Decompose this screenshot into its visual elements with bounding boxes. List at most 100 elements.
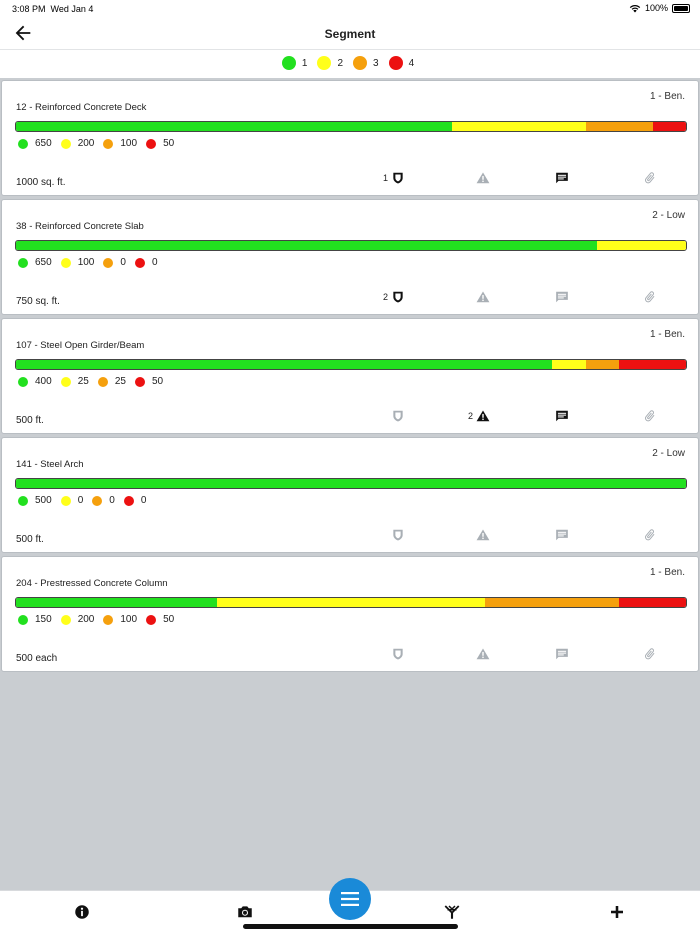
- element-name: 12 - Reinforced Concrete Deck: [16, 102, 147, 113]
- condition-count: 200: [60, 138, 95, 149]
- menu-icon: [341, 892, 359, 906]
- condition-bar: [15, 240, 687, 251]
- condition-count: 0: [60, 495, 84, 506]
- condition-dot-icon: [103, 257, 114, 268]
- shield-icon: [391, 409, 405, 423]
- status-date: Wed Jan 4: [50, 4, 94, 14]
- notes-button[interactable]: [555, 289, 569, 305]
- element-quantity: 1000 sq. ft.: [16, 177, 66, 188]
- protection-button[interactable]: 2: [383, 289, 405, 305]
- condition-dot-icon: [92, 495, 103, 506]
- condition-count: 650: [18, 257, 52, 268]
- condition-counts: 150 200 100 50: [18, 614, 183, 625]
- info-icon[interactable]: [73, 903, 93, 923]
- condition-bar-segment: [217, 598, 485, 607]
- condition-count-value: 0: [140, 495, 147, 506]
- condition-dot-icon: [388, 56, 403, 70]
- condition-count: 50: [134, 376, 163, 387]
- attachments-button[interactable]: [643, 170, 657, 186]
- protection-button[interactable]: 1: [383, 170, 405, 186]
- condition-count: 150: [18, 614, 52, 625]
- rating-label: 1 - Ben.: [649, 329, 685, 340]
- comment-icon: [555, 409, 569, 423]
- condition-count: 650: [18, 138, 52, 149]
- status-time: 3:08 PM: [12, 4, 46, 14]
- protection-button[interactable]: [391, 408, 405, 424]
- condition-dot-icon: [60, 257, 71, 268]
- attachments-button[interactable]: [643, 527, 657, 543]
- condition-bar-segment: [16, 122, 452, 131]
- battery-percent: 100%: [644, 3, 668, 13]
- element-name: 107 - Steel Open Girder/Beam: [16, 340, 145, 351]
- condition-count-value: 0: [77, 495, 84, 506]
- warning-icon: [476, 528, 490, 542]
- condition-dot-icon: [97, 376, 108, 387]
- condition-bar-segment: [552, 360, 586, 369]
- condition-bar-segment: [652, 122, 686, 131]
- element-card[interactable]: 1 - Ben. 12 - Reinforced Concrete Deck 650…: [1, 80, 699, 196]
- condition-count-value: 0: [151, 257, 158, 268]
- condition-dot-icon: [353, 56, 367, 70]
- defects-button[interactable]: [476, 527, 490, 543]
- element-card[interactable]: 1 - Ben. 204 - Prestressed Concrete Colum…: [1, 556, 699, 672]
- element-card[interactable]: 2 - Low 38 - Reinforced Concrete Slab 650 1…: [1, 199, 699, 315]
- condition-count: 400: [18, 376, 52, 387]
- condition-dot-icon: [60, 376, 71, 387]
- warning-icon: [476, 409, 490, 423]
- attachments-button[interactable]: [643, 289, 657, 305]
- protection-button[interactable]: [391, 527, 405, 543]
- condition-dot-icon: [18, 376, 28, 387]
- legend-label: 2: [337, 57, 343, 69]
- comment-icon: [555, 528, 569, 542]
- condition-bar-segment: [16, 479, 686, 488]
- paperclip-icon: [643, 171, 657, 185]
- defects-button[interactable]: [476, 289, 490, 305]
- warning-icon: [476, 647, 490, 661]
- legend-item: 3: [353, 56, 379, 70]
- condition-bar-segment: [585, 122, 653, 131]
- condition-count-value: 200: [77, 138, 95, 149]
- condition-count: 200: [60, 614, 94, 625]
- warning-icon: [476, 290, 490, 304]
- condition-count: 50: [146, 614, 174, 625]
- condition-count: 25: [97, 376, 126, 387]
- legend-item: 2: [317, 56, 343, 70]
- condition-dot-icon: [146, 138, 157, 149]
- condition-dot-icon: [60, 495, 71, 506]
- notes-button[interactable]: [555, 170, 569, 186]
- notes-button[interactable]: [555, 646, 569, 662]
- camera-icon[interactable]: [236, 903, 256, 923]
- notes-button[interactable]: [555, 527, 569, 543]
- condition-dot-icon: [18, 495, 28, 506]
- condition-bar: [15, 478, 687, 489]
- element-quantity: 750 sq. ft.: [16, 296, 60, 307]
- condition-count-value: 25: [77, 376, 89, 387]
- condition-legend: 1 2 3 4: [0, 56, 700, 70]
- condition-counts: 400 25 25 50: [18, 376, 172, 387]
- protection-button[interactable]: [391, 646, 405, 662]
- defects-button[interactable]: 2: [468, 408, 490, 424]
- element-card[interactable]: 2 - Low 141 - Steel Arch 500 0 0 0 500 ft.: [1, 437, 699, 553]
- condition-count-value: 400: [35, 376, 52, 387]
- plus-icon[interactable]: [608, 903, 628, 923]
- condition-dot-icon: [60, 138, 71, 149]
- condition-dot-icon: [281, 56, 296, 70]
- paperclip-icon: [643, 528, 657, 542]
- menu-button[interactable]: [329, 878, 371, 920]
- top-area: 3:08 PM Wed Jan 4 100% Segment 1 2 3 4: [0, 0, 700, 78]
- element-name: 38 - Reinforced Concrete Slab: [16, 221, 144, 232]
- legend-label: 1: [301, 57, 308, 69]
- attachments-button[interactable]: [643, 646, 657, 662]
- condition-count-value: 150: [35, 614, 52, 625]
- protection-count: 2: [382, 292, 388, 302]
- structure-icon[interactable]: [443, 903, 463, 923]
- defects-button[interactable]: [476, 170, 490, 186]
- attachments-button[interactable]: [643, 408, 657, 424]
- condition-count: 0: [92, 495, 115, 506]
- condition-count-value: 25: [114, 376, 126, 387]
- notes-button[interactable]: [555, 408, 569, 424]
- defects-button[interactable]: [476, 646, 490, 662]
- condition-dot-icon: [123, 495, 134, 506]
- condition-bar: [15, 359, 687, 370]
- element-card[interactable]: 1 - Ben. 107 - Steel Open Girder/Beam 400 2…: [1, 318, 699, 434]
